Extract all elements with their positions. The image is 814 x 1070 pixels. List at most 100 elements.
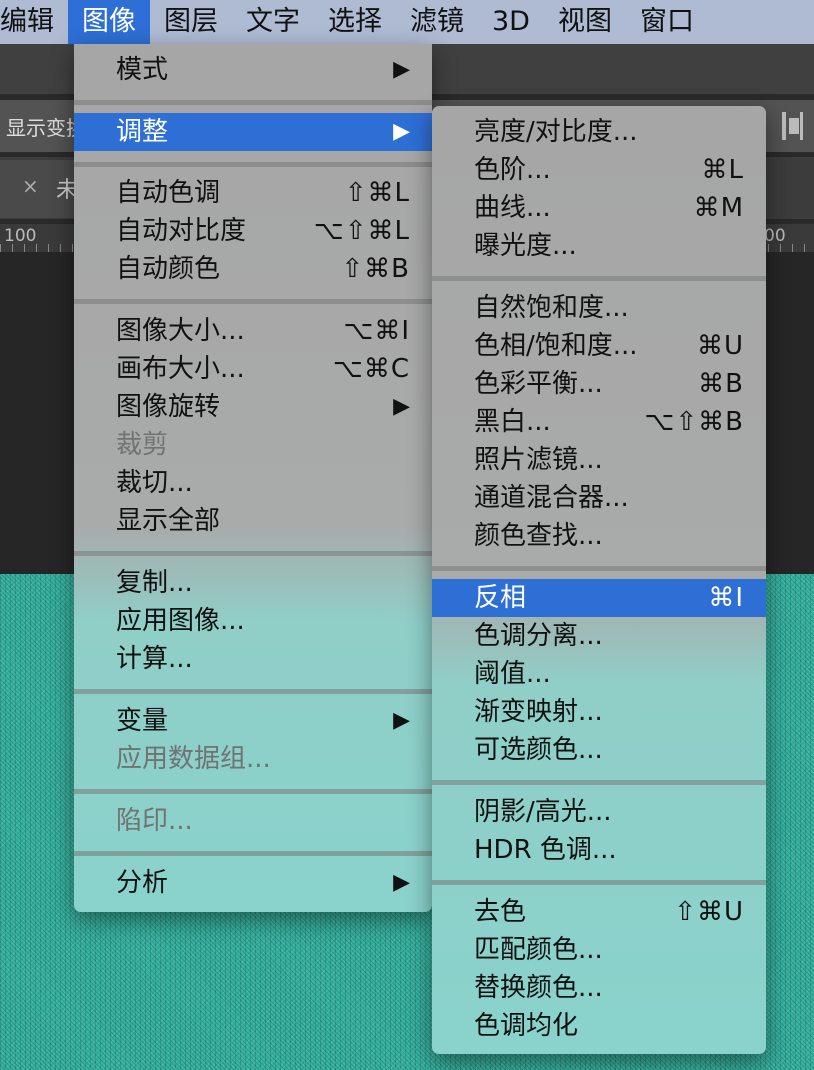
menu-item-label: 计算...: [116, 644, 193, 674]
menu-item-label: 应用图像...: [116, 606, 245, 636]
menu-item-brightness-contrast[interactable]: 亮度/对比度...: [432, 113, 766, 151]
menu-edit[interactable]: 编辑: [0, 0, 68, 44]
menu-item-label: 复制...: [116, 568, 193, 598]
shortcut-label: ⌘M: [693, 193, 744, 223]
menu-item-reveal-all[interactable]: 显示全部: [74, 502, 432, 540]
menu-item-apply-image[interactable]: 应用图像...: [74, 602, 432, 640]
shortcut-label: ⌘U: [696, 331, 744, 361]
menu-item-canvas-size[interactable]: 画布大小... ⌥⌘C: [74, 350, 432, 388]
menu-3d[interactable]: 3D: [478, 0, 544, 44]
menu-item-label: 颜色查找...: [474, 521, 603, 551]
menu-item-replace-color[interactable]: 替换颜色...: [432, 969, 766, 1007]
menu-view[interactable]: 视图: [544, 0, 626, 44]
menu-item-label: 画布大小...: [116, 354, 245, 384]
menu-item-color-balance[interactable]: 色彩平衡... ⌘B: [432, 365, 766, 403]
menu-item-crop: 裁剪: [74, 426, 432, 464]
submenu-arrow-icon: ▶: [393, 57, 410, 82]
menu-item-duplicate[interactable]: 复制...: [74, 564, 432, 602]
menu-item-label: 自动对比度: [116, 216, 247, 246]
ruler-label-right: 00: [764, 226, 786, 246]
menu-window[interactable]: 窗口: [626, 0, 708, 44]
menu-separator: [432, 276, 766, 281]
menubar: 编辑 图像 图层 文字 选择 滤镜 3D 视图 窗口: [0, 0, 814, 44]
menu-item-auto-contrast[interactable]: 自动对比度 ⌥⇧⌘L: [74, 212, 432, 250]
submenu-arrow-icon: ▶: [393, 870, 410, 895]
menu-item-black-white[interactable]: 黑白... ⌥⇧⌘B: [432, 403, 766, 441]
menu-item-desaturate[interactable]: 去色 ⇧⌘U: [432, 893, 766, 931]
menu-item-trap: 陷印...: [74, 802, 432, 840]
menu-item-label: 匹配颜色...: [474, 935, 603, 965]
shortcut-label: ⌥⇧⌘B: [644, 407, 744, 437]
menu-item-posterize[interactable]: 色调分离...: [432, 617, 766, 655]
menu-item-calculations[interactable]: 计算...: [74, 640, 432, 678]
menu-item-image-size[interactable]: 图像大小... ⌥⌘I: [74, 312, 432, 350]
menu-item-label: 模式: [116, 55, 169, 85]
menu-item-analysis[interactable]: 分析 ▶: [74, 864, 432, 902]
menu-item-label: 阴影/高光...: [474, 797, 612, 827]
menu-item-levels[interactable]: 色阶... ⌘L: [432, 151, 766, 189]
menu-item-label: 色阶...: [474, 155, 551, 185]
shortcut-label: ⇧⌘U: [674, 897, 744, 927]
shortcut-label: ⌥⌘C: [332, 354, 410, 384]
menu-item-label: 调整: [116, 117, 169, 147]
menu-item-label: 应用数据组...: [116, 744, 271, 774]
menu-item-hue-saturation[interactable]: 色相/饱和度... ⌘U: [432, 327, 766, 365]
menu-item-exposure[interactable]: 曝光度...: [432, 227, 766, 265]
menu-separator: [432, 880, 766, 885]
menu-separator: [74, 851, 432, 856]
menu-item-label: 反相: [474, 583, 527, 613]
menu-item-auto-tone[interactable]: 自动色调 ⇧⌘L: [74, 174, 432, 212]
menu-type[interactable]: 文字: [232, 0, 314, 44]
shortcut-label: ⌘I: [708, 583, 744, 613]
menu-item-label: 变量: [116, 706, 169, 736]
menu-item-equalize[interactable]: 色调均化: [432, 1007, 766, 1045]
menu-item-trim[interactable]: 裁切...: [74, 464, 432, 502]
menu-select[interactable]: 选择: [314, 0, 396, 44]
menu-item-label: 显示全部: [116, 506, 221, 536]
menu-item-label: 阈值...: [474, 659, 551, 689]
menu-separator: [74, 299, 432, 304]
image-menu: 模式 ▶ 调整 ▶ 自动色调 ⇧⌘L 自动对比度 ⌥⇧⌘L 自动颜色 ⇧⌘B 图…: [74, 44, 432, 912]
menu-separator: [74, 689, 432, 694]
menu-item-label: 色调分离...: [474, 621, 603, 651]
menu-item-image-rotation[interactable]: 图像旋转 ▶: [74, 388, 432, 426]
shortcut-label: ⌥⇧⌘L: [313, 216, 410, 246]
menu-separator: [74, 551, 432, 556]
menu-image[interactable]: 图像: [68, 0, 150, 44]
menu-item-label: 图像旋转: [116, 392, 221, 422]
shortcut-label: ⇧⌘B: [341, 254, 410, 284]
menu-separator: [74, 789, 432, 794]
menu-item-label: 去色: [474, 897, 527, 927]
menu-item-mode[interactable]: 模式 ▶: [74, 51, 432, 89]
menu-item-label: 曲线...: [474, 193, 551, 223]
ruler-label-left: 100: [4, 226, 37, 246]
align-icon[interactable]: [780, 108, 804, 144]
menu-item-invert[interactable]: 反相 ⌘I: [432, 579, 766, 617]
menu-item-curves[interactable]: 曲线... ⌘M: [432, 189, 766, 227]
close-tab-icon[interactable]: ×: [22, 174, 39, 198]
menu-item-label: 亮度/对比度...: [474, 117, 638, 147]
menu-item-label: 图像大小...: [116, 316, 245, 346]
menu-separator: [74, 100, 432, 105]
menu-filter[interactable]: 滤镜: [396, 0, 478, 44]
menu-item-color-lookup[interactable]: 颜色查找...: [432, 517, 766, 555]
menu-separator: [74, 162, 432, 167]
menu-item-variables[interactable]: 变量 ▶: [74, 702, 432, 740]
menu-item-label: 陷印...: [116, 806, 193, 836]
menu-item-auto-color[interactable]: 自动颜色 ⇧⌘B: [74, 250, 432, 288]
menu-item-channel-mixer[interactable]: 通道混合器...: [432, 479, 766, 517]
menu-item-shadows-highlights[interactable]: 阴影/高光...: [432, 793, 766, 831]
menu-item-label: 黑白...: [474, 407, 551, 437]
menu-item-selective-color[interactable]: 可选颜色...: [432, 731, 766, 769]
menu-item-photo-filter[interactable]: 照片滤镜...: [432, 441, 766, 479]
menu-item-adjust[interactable]: 调整 ▶: [74, 113, 432, 151]
menu-item-vibrance[interactable]: 自然饱和度...: [432, 289, 766, 327]
menu-item-gradient-map[interactable]: 渐变映射...: [432, 693, 766, 731]
menu-item-label: 照片滤镜...: [474, 445, 603, 475]
menu-item-hdr-toning[interactable]: HDR 色调...: [432, 831, 766, 869]
menu-item-threshold[interactable]: 阈值...: [432, 655, 766, 693]
menu-separator: [432, 566, 766, 571]
menu-layer[interactable]: 图层: [150, 0, 232, 44]
menu-item-match-color[interactable]: 匹配颜色...: [432, 931, 766, 969]
menu-item-label: 可选颜色...: [474, 735, 603, 765]
